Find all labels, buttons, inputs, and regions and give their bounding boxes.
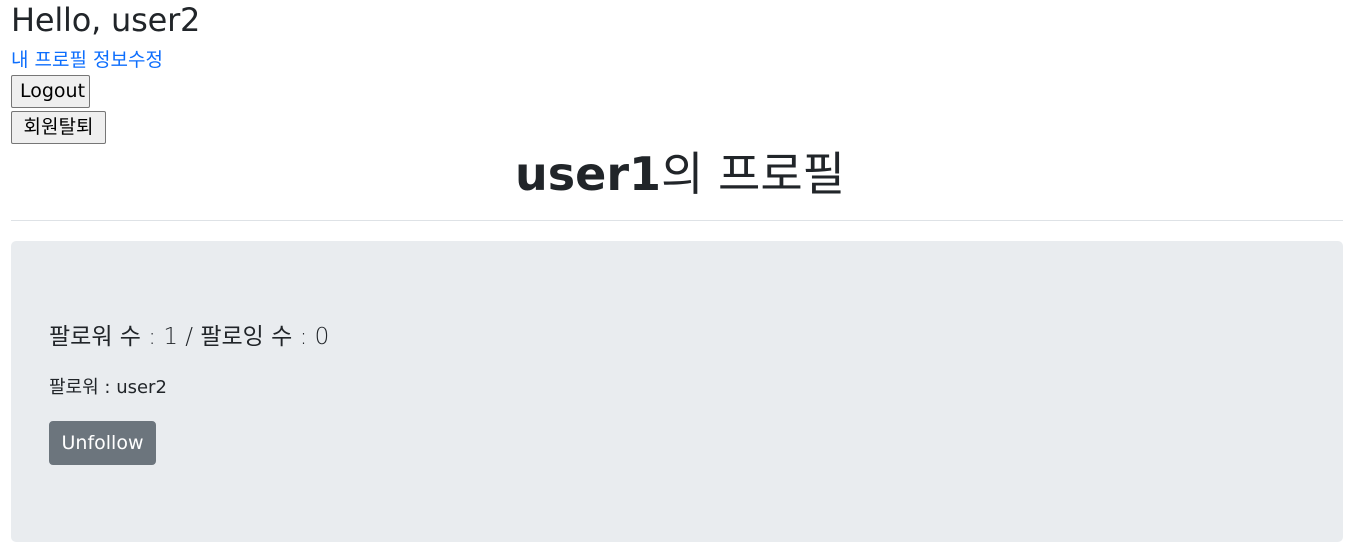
followers-count-label: 팔로워 수 : xyxy=(49,324,164,350)
followers-list-label: 팔로워 : xyxy=(49,377,117,398)
profile-panel: 팔로워 수 : 1 / 팔로잉 수 : 0 팔로워 : user2 Unfoll… xyxy=(11,241,1343,542)
following-count: 0 xyxy=(314,324,330,350)
stats-separator: / xyxy=(177,324,201,350)
withdraw-button[interactable]: 회원탈퇴 xyxy=(11,111,106,144)
profile-username: user1 xyxy=(515,147,662,201)
profile-title: user1의 프로필 xyxy=(0,142,1360,206)
edit-profile-link[interactable]: 내 프로필 정보수정 xyxy=(11,48,163,72)
following-count-label: 팔로잉 수 : xyxy=(200,324,315,350)
profile-title-suffix: 의 프로필 xyxy=(661,147,845,201)
followers-list-value: user2 xyxy=(116,377,167,398)
page: Hello, user2 내 프로필 정보수정 Logout 회원탈퇴 user… xyxy=(0,0,1360,559)
follow-stats: 팔로워 수 : 1 / 팔로잉 수 : 0 xyxy=(49,321,329,353)
greeting-heading: Hello, user2 xyxy=(11,1,201,39)
divider xyxy=(11,220,1343,221)
logout-button[interactable]: Logout xyxy=(11,75,90,108)
unfollow-button[interactable]: Unfollow xyxy=(49,421,156,465)
followers-list: 팔로워 : user2 xyxy=(49,375,167,401)
followers-count: 1 xyxy=(163,324,178,350)
